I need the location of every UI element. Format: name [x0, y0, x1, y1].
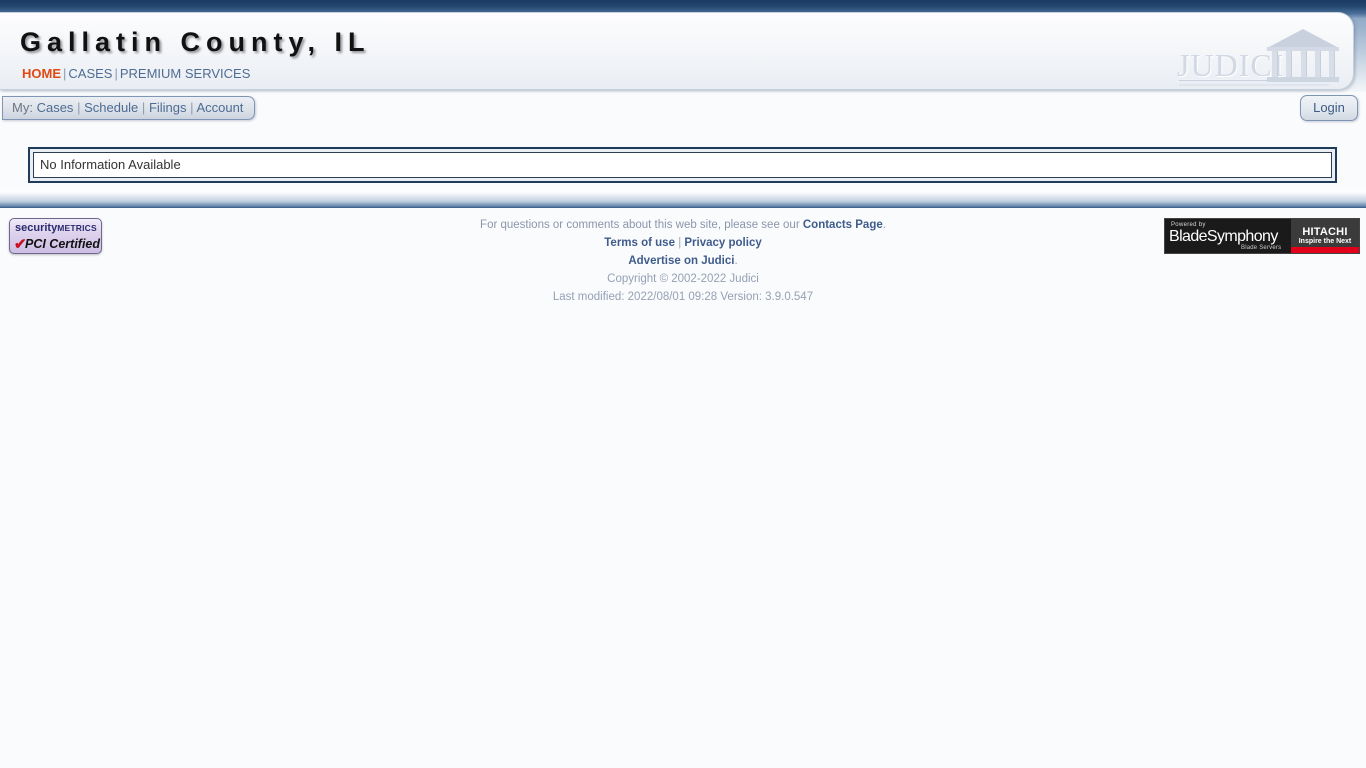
logo-rule-secondary [1179, 84, 1329, 86]
pci-brand-security: security [15, 222, 58, 234]
my-nav-cases[interactable]: Cases [37, 100, 74, 115]
hitachi-tagline: Inspire the Next [1298, 238, 1352, 245]
no-information-message: No Information Available [33, 152, 1332, 178]
bottom-gradient-divider [0, 190, 1366, 208]
securitymetrics-pci-badge[interactable]: securityMETRICS ✔ PCI Certified [9, 218, 102, 254]
my-nav-separator: | [77, 100, 81, 115]
nav-separator: | [114, 66, 118, 81]
header-panel: Gallatin County, IL HOME | CASES | PREMIUM S… [0, 12, 1354, 90]
my-nav-separator: | [190, 100, 194, 115]
privacy-policy-link[interactable]: Privacy policy [684, 237, 761, 249]
footer-legal-line: Terms of use | Privacy policy [0, 234, 1366, 252]
my-nav-schedule[interactable]: Schedule [84, 100, 138, 115]
footer-advertise-line: Advertise on Judici. [0, 252, 1366, 270]
advertise-link[interactable]: Advertise on Judici [628, 255, 734, 267]
footer-questions-prefix: For questions or comments about this web… [480, 219, 803, 231]
my-nav-account[interactable]: Account [196, 100, 243, 115]
footer-separator: | [678, 237, 682, 249]
judici-logo[interactable]: JUDICI [1177, 27, 1345, 89]
nav-item-premium-services[interactable]: PREMIUM SERVICES [120, 66, 251, 81]
my-nav-filings[interactable]: Filings [149, 100, 187, 115]
copyright-text: Copyright © 2002-2022 Judici [607, 273, 759, 285]
blade-subtitle: Blade Servers [1241, 245, 1282, 251]
terms-of-use-link[interactable]: Terms of use [604, 237, 675, 249]
courthouse-columns [1271, 51, 1335, 77]
my-nav-separator: | [141, 100, 146, 115]
nav-item-home[interactable]: HOME [22, 66, 61, 81]
nav-item-cases[interactable]: CASES [68, 66, 112, 81]
nav-separator: | [63, 66, 67, 81]
blade-product-name: BladeSymphony [1169, 228, 1278, 245]
last-modified-text: Last modified: 2022/08/01 09:28 Version:… [552, 291, 814, 303]
primary-navigation: HOME | CASES | PREMIUM SERVICES [22, 66, 250, 81]
footer-contacts-line: For questions or comments about this web… [0, 216, 1366, 234]
courthouse-base [1267, 77, 1339, 82]
footer-text-block: For questions or comments about this web… [0, 216, 1366, 306]
page-title: Gallatin County, IL [20, 27, 371, 57]
footer-questions-suffix: . [882, 219, 886, 231]
bladesymphony-banner[interactable]: Powered by BladeSymphony Blade Servers H… [1164, 218, 1360, 254]
footer-advertise-suffix: . [734, 255, 738, 267]
footer: For questions or comments about this web… [0, 212, 1366, 312]
hitachi-wordmark: HITACHI [1302, 226, 1348, 238]
my-navigation-tab: My: Cases | Schedule | Filings | Account [2, 96, 256, 120]
my-label: My: [12, 100, 33, 115]
pci-certified-label: PCI Certified [25, 237, 101, 251]
contacts-page-link[interactable]: Contacts Page [803, 219, 883, 231]
login-button[interactable]: Login [1300, 95, 1358, 121]
pci-brand: securityMETRICS [15, 222, 97, 234]
hitachi-accent-bar [1291, 247, 1359, 253]
content-panel: No Information Available [28, 147, 1337, 183]
pci-brand-metrics: METRICS [57, 223, 97, 233]
courthouse-icon [1269, 29, 1337, 47]
